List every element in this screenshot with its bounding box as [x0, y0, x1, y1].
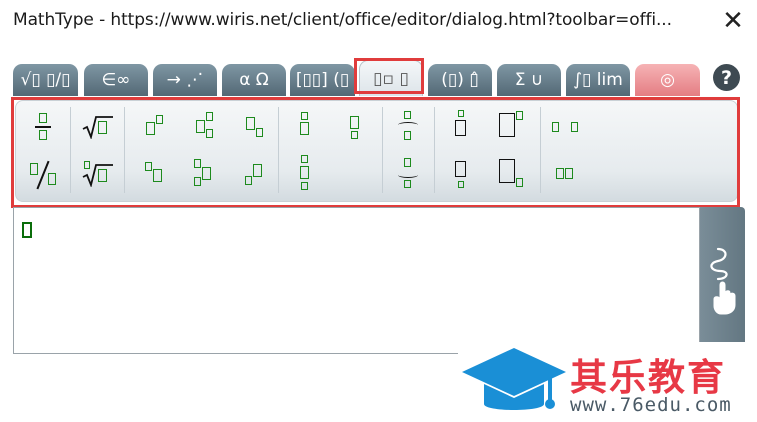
- panel-highlight: [11, 97, 740, 208]
- tab-radicals-fractions[interactable]: √▯ ▯/▯: [13, 64, 78, 96]
- tab-symbols[interactable]: ∈∞: [84, 64, 148, 96]
- handwriting-icon: [710, 247, 736, 315]
- brand-name: 其乐教育: [570, 356, 726, 399]
- tab-matrices[interactable]: [▯▯] (▯: [290, 64, 355, 96]
- window-title: MathType - https://www.wiris.net/client/…: [13, 10, 672, 30]
- tab-brackets-accents[interactable]: (▯) ▯̂: [428, 64, 492, 96]
- brand-url: www.76edu.com: [570, 394, 732, 416]
- empty-placeholder-box[interactable]: [22, 222, 32, 238]
- help-icon[interactable]: ?: [713, 64, 740, 91]
- close-button[interactable]: ✕: [718, 6, 748, 36]
- graduation-cap-icon: [462, 348, 566, 410]
- tab-highlight: [354, 58, 424, 94]
- tab-greek[interactable]: α Ω: [222, 64, 286, 96]
- tab-calculus[interactable]: ∫▯ lim: [566, 64, 630, 96]
- tab-contextual[interactable]: ◎: [635, 64, 700, 96]
- formula-editor[interactable]: [13, 207, 700, 354]
- title-bar: MathType - https://www.wiris.net/client/…: [0, 0, 757, 44]
- tab-big-operators[interactable]: Σ ∪: [497, 64, 561, 96]
- handwriting-button[interactable]: [700, 207, 745, 353]
- tab-arrows[interactable]: → ⋰: [153, 64, 217, 96]
- watermark: 其乐教育 www.76edu.com: [458, 342, 757, 422]
